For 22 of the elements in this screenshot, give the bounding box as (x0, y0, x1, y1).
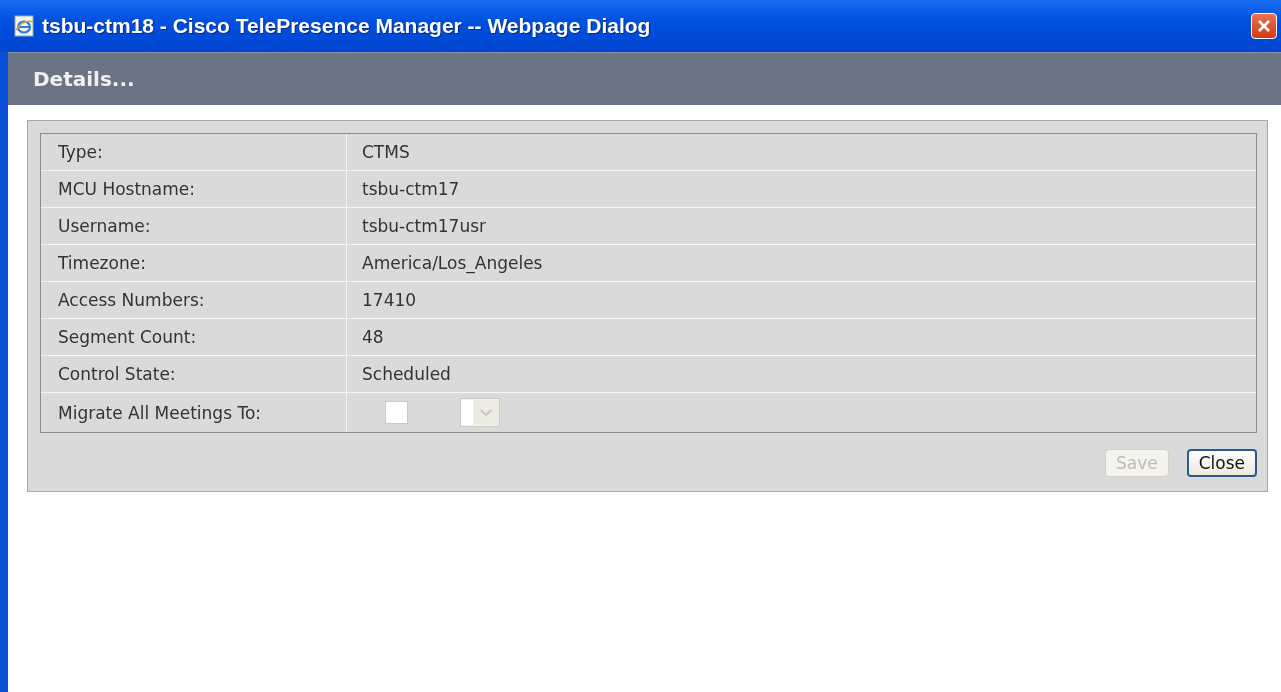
checkbox[interactable] (385, 401, 408, 424)
field-label: Migrate All Meetings To: (41, 393, 347, 432)
field-label: MCU Hostname: (41, 171, 347, 207)
field-value: 48 (362, 327, 384, 347)
field-value: Scheduled (362, 364, 451, 384)
field-label: Control State: (41, 356, 347, 392)
field-value: tsbu-ctm17usr (362, 216, 487, 236)
section-header: Details... (8, 52, 1281, 105)
field-label: Access Numbers: (41, 282, 347, 318)
field-label: Username: (41, 208, 347, 244)
browser-icon (14, 15, 34, 37)
field-label: Type: (41, 134, 347, 170)
field-label: Segment Count: (41, 319, 347, 355)
field-value: America/Los_Angeles (362, 253, 543, 273)
chevron-down-icon (480, 408, 492, 417)
window-title: tsbu-ctm18 - Cisco TelePresence Manager -- Webpage Dialog (42, 14, 652, 38)
field-label: Timezone: (41, 245, 347, 281)
field-value: CTMS (362, 142, 410, 162)
field-value: tsbu-ctm17 (362, 179, 460, 199)
field-value: 17410 (362, 290, 417, 310)
close-icon[interactable] (1251, 13, 1277, 39)
close-button[interactable]: Close (1186, 449, 1257, 477)
